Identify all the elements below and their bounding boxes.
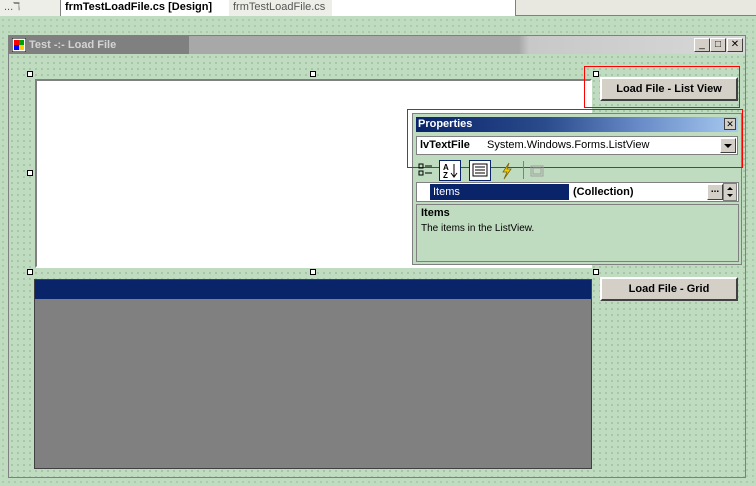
sort-alphabetical-icon: A Z: [443, 163, 458, 180]
categorized-icon: [418, 163, 432, 176]
resize-handle[interactable]: [310, 269, 316, 275]
property-description-panel: Items The items in the ListView.: [416, 204, 739, 262]
categorized-button[interactable]: [417, 161, 435, 179]
property-name: Items: [433, 186, 460, 198]
tab-code[interactable]: frmTestLoadFile.cs: [229, 0, 341, 16]
property-name-cell: Items: [430, 184, 569, 200]
lightning-icon: [502, 162, 512, 180]
property-value: (Collection): [573, 186, 634, 198]
data-grid-control[interactable]: [34, 279, 592, 469]
minimize-button[interactable]: _: [694, 38, 710, 52]
grid-caption-bar: [35, 280, 591, 299]
svg-text:Z: Z: [443, 171, 448, 180]
description-text: The items in the ListView.: [421, 223, 535, 234]
scroll-arrows-icon: [727, 187, 733, 197]
resize-handle[interactable]: [27, 71, 33, 77]
properties-view-button[interactable]: [469, 160, 491, 181]
toolbar-separator: [523, 161, 524, 179]
form-title-bar[interactable]: Test -:- Load File _ □ ✕: [9, 36, 745, 54]
resize-handle[interactable]: [310, 71, 316, 77]
resize-handle[interactable]: [593, 269, 599, 275]
form-app-icon: [12, 38, 26, 52]
load-file-list-view-button[interactable]: Load File - List View: [600, 77, 738, 101]
tab-label: frmTestLoadFile.cs [Design]: [65, 1, 213, 13]
ellipsis-button[interactable]: ...: [707, 184, 723, 200]
property-pages-icon: [472, 163, 488, 177]
property-row-items[interactable]: Items (Collection) ...: [416, 182, 739, 202]
resize-handle[interactable]: [27, 170, 33, 176]
tab-previous[interactable]: ...ℸ: [0, 0, 69, 16]
properties-toolbar: A Z: [417, 160, 577, 182]
property-pages-button[interactable]: [527, 161, 547, 181]
document-tab-strip: ...ℸ frmTestLoadFile.cs [Design] frmTest…: [0, 0, 756, 16]
form-title: Test -:- Load File: [29, 39, 117, 51]
properties-window[interactable]: Properties ✕ lvTextFile System.Windows.F…: [407, 109, 743, 265]
tab-blank: [332, 0, 516, 16]
tab-label: ...ℸ: [4, 1, 21, 13]
load-file-grid-button[interactable]: Load File - Grid: [600, 277, 738, 301]
description-title: Items: [421, 207, 450, 219]
alphabetical-button[interactable]: A Z: [439, 160, 461, 181]
close-button[interactable]: ✕: [727, 38, 743, 52]
tab-design[interactable]: frmTestLoadFile.cs [Design]: [60, 0, 239, 16]
property-pages-disabled-icon: [530, 165, 544, 177]
events-button[interactable]: [497, 161, 517, 181]
maximize-button[interactable]: □: [710, 38, 726, 52]
property-grid-scrollbar[interactable]: [723, 183, 737, 201]
tab-label: frmTestLoadFile.cs: [233, 1, 326, 13]
resize-handle[interactable]: [27, 269, 33, 275]
